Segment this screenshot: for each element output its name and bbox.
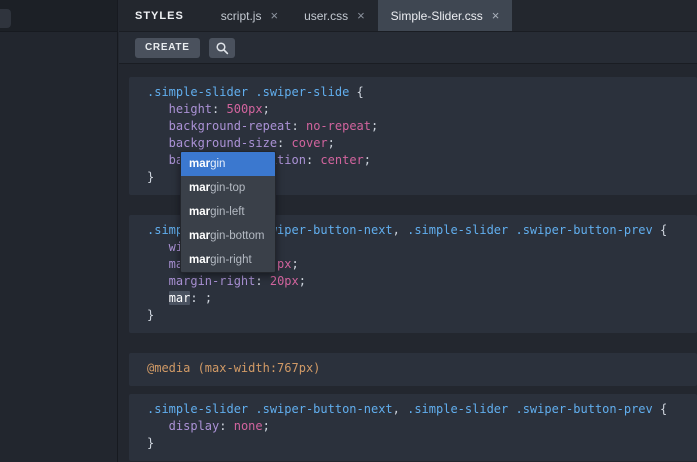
editor-toolbar: CREATE	[119, 32, 697, 64]
code-token	[198, 291, 205, 305]
code-line: }	[147, 307, 687, 324]
code-token: ;	[328, 136, 335, 150]
hint-rest-text: gin	[210, 158, 225, 170]
code-token: height	[147, 102, 212, 116]
hint-rest-text: gin-top	[210, 182, 245, 194]
hint-match-text: mar	[189, 230, 210, 242]
code-line: display: none;	[147, 418, 687, 435]
code-line: height: 500px;	[147, 101, 687, 118]
code-token: }	[147, 308, 154, 322]
code-token: display	[147, 419, 219, 433]
close-icon[interactable]: ×	[492, 9, 500, 22]
code-token: ;	[371, 119, 378, 133]
code-token: ,	[393, 223, 400, 237]
code-line: background-size: cover;	[147, 135, 687, 152]
code-token: {	[653, 402, 667, 416]
code-token: .simple-slider .swiper-slide	[147, 85, 349, 99]
hint-item-margin-left[interactable]: margin-left	[181, 200, 275, 224]
code-token	[219, 102, 226, 116]
hint-rest-text: gin-bottom	[210, 230, 264, 242]
code-token: :	[292, 119, 299, 133]
close-icon[interactable]: ×	[357, 9, 365, 22]
hint-match-text: mar	[189, 254, 210, 266]
code-token: }	[147, 436, 154, 450]
code-token	[147, 291, 169, 305]
code-token: ;	[263, 419, 270, 433]
code-token: .simple-slider .swiper-button-next	[147, 402, 393, 416]
tab-script.js[interactable]: script.js ×	[208, 0, 291, 31]
code-token	[299, 119, 306, 133]
code-line: .simple-slider .swiper-slide {	[147, 84, 687, 101]
code-token: ,	[393, 402, 400, 416]
code-token: :	[190, 291, 197, 305]
code-token: ;	[364, 153, 371, 167]
code-token: 500px	[227, 102, 263, 116]
code-line: .simple-slider .swiper-button-next, .sim…	[147, 401, 687, 418]
code-line: mar: ;	[147, 290, 687, 307]
tab-label: Simple-Slider.css	[391, 9, 483, 23]
code-line: margin-right: 20px;	[147, 273, 687, 290]
tab-label: user.css	[304, 9, 348, 23]
code-token: background-repeat	[147, 119, 292, 133]
code-token	[226, 419, 233, 433]
collapsed-panel-handle[interactable]	[0, 9, 11, 28]
code-token: margin-right	[147, 274, 255, 288]
left-sidebar	[0, 0, 118, 462]
code-token: {	[653, 223, 667, 237]
code-token	[284, 136, 291, 150]
code-token: ;	[263, 102, 270, 116]
code-line: @media (max-width:767px)	[147, 360, 687, 377]
code-token: ma	[147, 257, 183, 271]
tab-user.css[interactable]: user.css ×	[291, 0, 378, 31]
code-line: }	[147, 435, 687, 452]
close-icon[interactable]: ×	[270, 9, 278, 22]
hint-item-margin-bottom[interactable]: margin-bottom	[181, 224, 275, 248]
code-token: none	[234, 419, 263, 433]
code-token: center	[320, 153, 363, 167]
code-token: :	[255, 274, 262, 288]
code-line: background-repeat: no-repeat;	[147, 118, 687, 135]
code-token: ;	[299, 274, 306, 288]
tab-bar: STYLES script.js×user.css×Simple-Slider.…	[119, 0, 697, 32]
css-rule-block[interactable]: @media (max-width:767px)	[129, 353, 697, 386]
code-token: .simple-slider .swiper-button-prev	[400, 402, 653, 416]
autocomplete-anchor-word: mar	[169, 291, 191, 305]
code-token: cover	[292, 136, 328, 150]
code-token: 20px	[270, 274, 299, 288]
search-button[interactable]	[209, 38, 235, 58]
code-token: }	[147, 170, 154, 184]
code-token: ;	[205, 291, 212, 305]
tabs-container: script.js × user.css × Simple-Slider.css ×	[208, 0, 513, 31]
hint-match-text: mar	[189, 158, 210, 170]
search-icon	[215, 41, 229, 55]
code-token: background-size	[147, 136, 277, 150]
code-token	[263, 274, 270, 288]
hint-rest-text: gin-right	[210, 254, 252, 266]
autocomplete-dropdown: marginmargin-topmargin-leftmargin-bottom…	[180, 151, 276, 273]
tab-label: script.js	[221, 9, 262, 23]
hint-item-margin-top[interactable]: margin-top	[181, 176, 275, 200]
code-token: ;	[292, 257, 299, 271]
code-editor-app: STYLES script.js×user.css×Simple-Slider.…	[0, 0, 697, 462]
code-token: px	[277, 257, 291, 271]
code-token: .simple-slider .swiper-button-prev	[400, 223, 653, 237]
code-token: no-repeat	[306, 119, 371, 133]
hint-item-margin-right[interactable]: margin-right	[181, 248, 275, 272]
code-token: @media (max-width:767px)	[147, 361, 320, 375]
sidebar-top	[0, 0, 117, 32]
styles-title: STYLES	[135, 10, 184, 22]
css-rule-block[interactable]: .simple-slider .swiper-button-next, .sim…	[129, 394, 697, 461]
hint-item-margin[interactable]: margin	[181, 152, 275, 176]
code-token: wi	[147, 240, 183, 254]
create-button[interactable]: CREATE	[135, 38, 200, 58]
code-token: {	[349, 85, 363, 99]
hint-rest-text: gin-left	[210, 206, 245, 218]
tab-Simple-Slider.css[interactable]: Simple-Slider.css ×	[378, 0, 513, 31]
hint-match-text: mar	[189, 182, 210, 194]
hint-match-text: mar	[189, 206, 210, 218]
